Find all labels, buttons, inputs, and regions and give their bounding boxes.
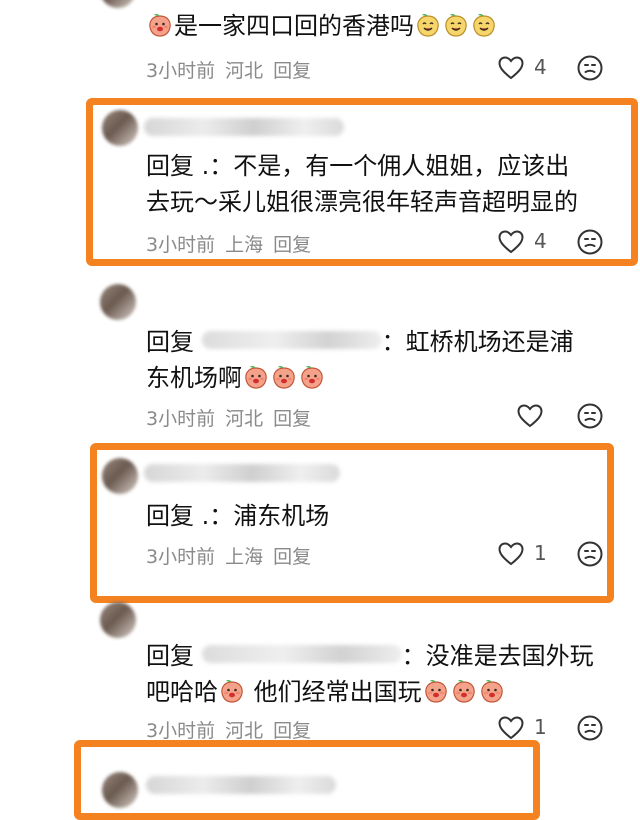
peach-emoji-icon xyxy=(443,12,469,38)
reply-link[interactable]: 回复 xyxy=(273,408,311,430)
peach-emoji-icon xyxy=(243,364,269,390)
peach-emoji-icon xyxy=(415,12,441,38)
comment-1: 回复 .：不是，有一个佣人姐姐，应该出 去玩～采儿姐很漂亮很年轻声音超明显的 3… xyxy=(0,100,640,270)
comment-text: 回复 ：没准是去国外玩 xyxy=(146,642,594,670)
peach-emoji-icon xyxy=(299,364,325,390)
avatar[interactable] xyxy=(102,458,138,494)
avatar[interactable] xyxy=(100,0,136,8)
location: 上海 xyxy=(225,546,264,568)
timestamp: 3小时前 xyxy=(146,234,216,256)
heart-outline-icon[interactable] xyxy=(498,230,524,254)
comment-5 xyxy=(0,762,640,808)
like-count: 4 xyxy=(534,229,547,253)
peach-emoji-icon xyxy=(219,678,245,704)
avatar[interactable] xyxy=(102,772,138,808)
comment-meta: 3小时前 河北 回复 xyxy=(146,404,321,431)
reply-link[interactable]: 回复 xyxy=(273,60,311,82)
timestamp: 3小时前 xyxy=(146,60,216,82)
peach-emoji-icon xyxy=(471,12,497,38)
comment-meta: 3小时前 上海 回复 xyxy=(146,542,321,569)
like-count: 4 xyxy=(534,55,547,79)
mention-username[interactable] xyxy=(201,645,402,663)
location: 河北 xyxy=(225,60,264,82)
neutral-face-icon[interactable] xyxy=(577,715,603,741)
username[interactable] xyxy=(144,118,344,136)
heart-outline-icon[interactable] xyxy=(498,542,524,566)
reply-link[interactable]: 回复 xyxy=(273,546,311,568)
heart-outline-icon[interactable] xyxy=(517,404,543,428)
comment-meta: 3小时前 河北 回复 xyxy=(146,716,321,743)
comment-meta: 3小时前 上海 回复 xyxy=(146,230,321,257)
location: 河北 xyxy=(225,408,264,430)
comment-text: 回复 .：不是，有一个佣人姐姐，应该出 xyxy=(146,152,570,180)
comment-text: 是一家四口回的香港吗 xyxy=(146,8,498,44)
peach-emoji-icon xyxy=(479,678,505,704)
comment-meta: 3小时前 河北 回复 xyxy=(146,56,321,83)
username[interactable] xyxy=(144,464,340,482)
avatar[interactable] xyxy=(100,602,136,638)
peach-emoji-icon xyxy=(423,678,449,704)
timestamp: 3小时前 xyxy=(146,720,216,742)
reply-link[interactable]: 回复 xyxy=(273,720,311,742)
avatar[interactable] xyxy=(100,284,136,320)
comment-text-line2: 东机场啊 xyxy=(146,360,326,396)
peach-emoji-icon xyxy=(271,364,297,390)
like-count: 1 xyxy=(534,541,547,565)
timestamp: 3小时前 xyxy=(146,408,216,430)
comment-4: 回复 ：没准是去国外玩 吧哈哈 他们经常出国玩 3小时前 河北 回复 1 xyxy=(0,602,640,744)
comment-text-line2: 去玩～采儿姐很漂亮很年轻声音超明显的 xyxy=(146,188,578,216)
heart-outline-icon[interactable] xyxy=(498,716,524,740)
avatar[interactable] xyxy=(102,110,138,146)
username[interactable] xyxy=(146,776,336,794)
comment-text: 回复 ：虹桥机场还是浦 xyxy=(146,328,574,356)
comment-text-line2: 吧哈哈 他们经常出国玩 xyxy=(146,674,506,710)
neutral-face-icon[interactable] xyxy=(577,229,603,255)
comment-2: 回复 ：虹桥机场还是浦 东机场啊 3小时前 河北 回复 xyxy=(0,282,640,442)
comment-3: 回复 .：浦东机场 3小时前 上海 回复 1 xyxy=(0,450,640,600)
like-count: 1 xyxy=(534,715,547,739)
location: 河北 xyxy=(225,720,264,742)
neutral-face-icon[interactable] xyxy=(577,541,603,567)
comment-0: 是一家四口回的香港吗 3小时前 河北 回复 4 xyxy=(0,0,640,100)
peach-emoji-icon xyxy=(147,12,173,38)
reply-link[interactable]: 回复 xyxy=(273,234,311,256)
comment-text: 回复 .：浦东机场 xyxy=(146,502,330,530)
neutral-face-icon[interactable] xyxy=(577,55,603,81)
heart-outline-icon[interactable] xyxy=(498,56,524,80)
peach-emoji-icon xyxy=(451,678,477,704)
neutral-face-icon[interactable] xyxy=(577,403,603,429)
location: 上海 xyxy=(225,234,264,256)
mention-username[interactable] xyxy=(201,331,382,349)
timestamp: 3小时前 xyxy=(146,546,216,568)
